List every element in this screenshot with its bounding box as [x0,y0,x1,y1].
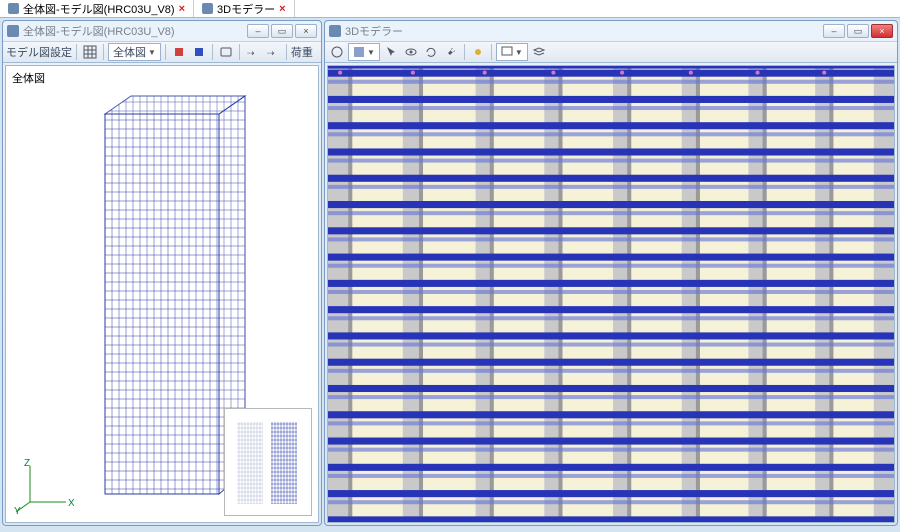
dim-tag-button[interactable]: ⇢ [264,43,282,61]
svg-text:X: X [68,498,74,509]
toolbar-left: モデル図設定 全体図 ▼ ⇢ ⇢ 荷重 [3,41,321,63]
document-tabstrip: 全体図-モデル図(HRC03U_V8) × 3Dモデラー × [0,0,900,18]
member-color-button[interactable] [190,43,208,61]
model-viewport[interactable]: 全体図 X Z Y [5,65,319,523]
titlebar-right: 3Dモデラー – ▭ × [325,21,897,41]
layers-button[interactable] [530,43,548,61]
chevron-down-icon: ▼ [515,48,523,57]
minimap[interactable] [224,408,312,516]
svg-text:Y: Y [14,506,21,514]
minimap-content [233,416,303,508]
annotation-toggle-button[interactable] [170,43,188,61]
chevron-down-icon: ▼ [148,48,156,57]
rotate-button[interactable] [422,43,440,61]
mdi-area: 全体図-モデル図(HRC03U_V8) – ▭ × モデル図設定 全体図 ▼ ⇢ [0,18,900,528]
pane-3d-modeler: 3Dモデラー – ▭ × ▼ ▼ [324,20,898,526]
chevron-down-icon: ▼ [367,48,375,57]
orbit-button[interactable] [328,43,346,61]
window-title: 全体図-モデル図(HRC03U_V8) [23,23,175,39]
viewport-label: 全体図 [12,70,45,86]
view-dropdown[interactable]: 全体図 ▼ [108,43,161,61]
document-icon [202,3,213,14]
close-icon[interactable]: × [279,3,285,15]
tab-whole-model[interactable]: 全体図-モデル図(HRC03U_V8) × [0,0,194,17]
separator [464,44,465,60]
close-button[interactable]: × [295,24,317,38]
tab-3d-modeler[interactable]: 3Dモデラー × [194,0,295,17]
separator [212,44,213,60]
3d-render [328,66,894,522]
svg-text:Z: Z [24,458,30,469]
wireframe-building [77,84,247,504]
toolbar-right: ▼ ▼ [325,41,897,63]
axis-triad: X Z Y [14,458,74,514]
document-icon [329,25,341,37]
separator [165,44,166,60]
titlebar-left: 全体図-モデル図(HRC03U_V8) – ▭ × [3,21,321,41]
render-mode-dropdown[interactable]: ▼ [348,43,380,61]
dim-button[interactable]: ⇢ [244,43,262,61]
minimize-button[interactable]: – [823,24,845,38]
minimize-button[interactable]: – [247,24,269,38]
cursor-button[interactable] [382,43,400,61]
close-button[interactable]: × [871,24,893,38]
grid-toggle-button[interactable] [81,43,99,61]
wrench-button[interactable] [442,43,460,61]
maximize-button[interactable]: ▭ [271,24,293,38]
document-icon [8,3,19,14]
model-settings-label[interactable]: モデル図設定 [6,44,72,60]
weight-label[interactable]: 荷重 [291,44,313,60]
separator [239,44,240,60]
pane-model-view: 全体図-モデル図(HRC03U_V8) – ▭ × モデル図設定 全体図 ▼ ⇢ [2,20,322,526]
display-dropdown[interactable]: ▼ [496,43,528,61]
dropdown-label: 全体図 [113,44,146,60]
window-title: 3Dモデラー [345,23,403,39]
3d-viewport[interactable] [327,65,895,523]
svg-text:⇢: ⇢ [247,48,255,58]
svg-text:⇢: ⇢ [267,48,275,58]
separator [491,44,492,60]
separator [286,44,287,60]
separator [76,44,77,60]
close-icon[interactable]: × [179,3,185,15]
sun-button[interactable] [469,43,487,61]
tag-button[interactable] [217,43,235,61]
tab-label: 全体図-モデル図(HRC03U_V8) [23,1,175,17]
maximize-button[interactable]: ▭ [847,24,869,38]
tab-label: 3Dモデラー [217,1,275,17]
separator [103,44,104,60]
eye-button[interactable] [402,43,420,61]
document-icon [7,25,19,37]
